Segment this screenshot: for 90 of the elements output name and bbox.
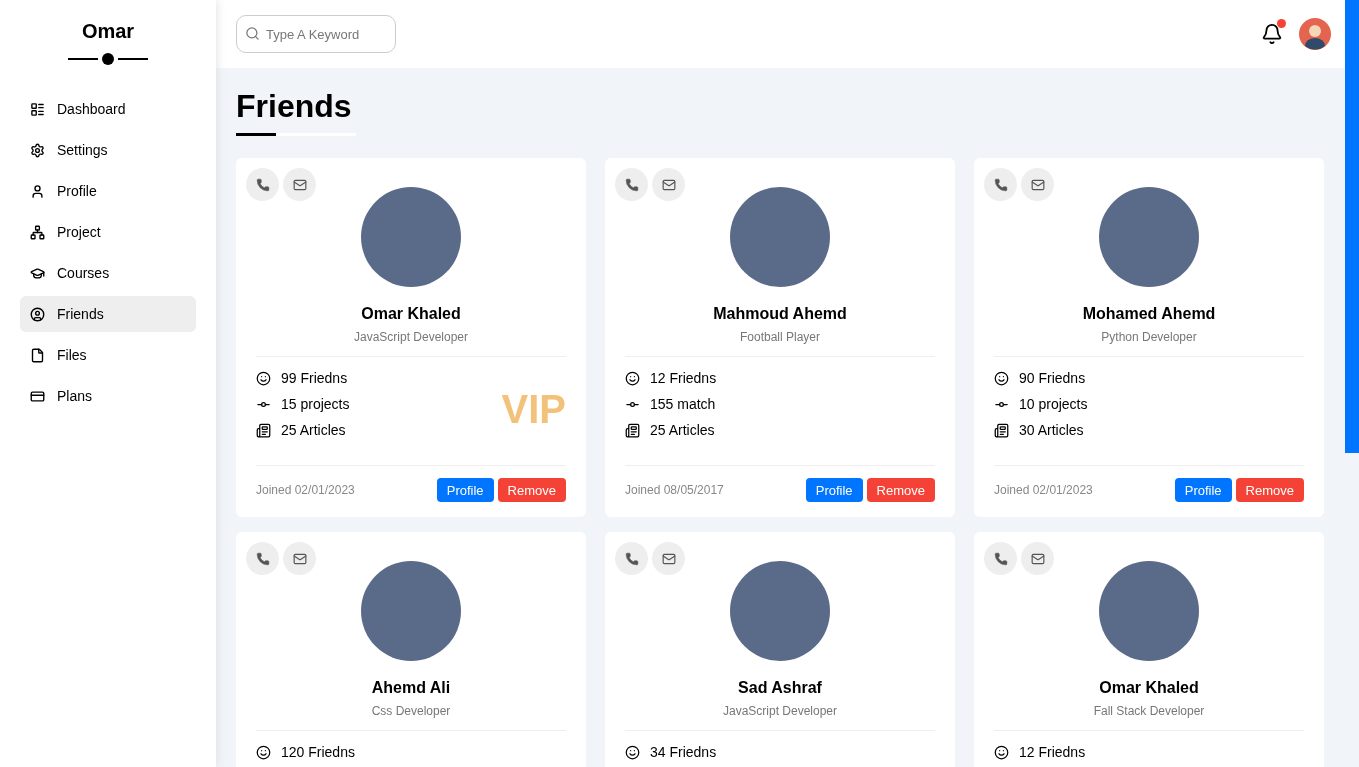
friend-stat: 12 Friedns (650, 370, 717, 386)
phone-button[interactable] (246, 542, 279, 575)
friend-stat: 99 Friedns (281, 370, 348, 386)
smiley-icon (994, 370, 1009, 386)
mail-icon (661, 551, 676, 566)
mail-icon (1030, 177, 1045, 192)
user-avatar[interactable] (1299, 18, 1331, 50)
friend-stat: 30 Articles (1019, 422, 1084, 438)
friend-name: Mahmoud Ahemd (712, 305, 848, 323)
smiley-icon (256, 370, 271, 386)
file-icon (30, 347, 45, 363)
friend-name: Omar Khaled (360, 305, 462, 323)
remove-button[interactable]: Remove (497, 478, 566, 502)
friend-name: Omar Khaled (1098, 679, 1200, 697)
user-icon (30, 183, 45, 199)
mail-button[interactable] (652, 168, 685, 201)
smiley-icon (256, 744, 271, 760)
mail-icon (292, 177, 307, 192)
friend-role: Fall Stack Developer (1092, 704, 1206, 718)
friend-name: Ahemd Ali (370, 679, 452, 697)
friend-name: Sad Ashraf (737, 679, 823, 697)
phone-icon (255, 551, 270, 566)
profile-button[interactable]: Profile (1174, 478, 1232, 502)
phone-icon (993, 177, 1008, 192)
friend-stat: 15 projects (281, 396, 350, 412)
phone-button[interactable] (615, 542, 648, 575)
friend-role: Css Developer (370, 704, 452, 718)
friend-name: Mohamed Ahemd (1081, 305, 1217, 323)
remove-button[interactable]: Remove (1235, 478, 1304, 502)
joined-date: Joined 02/01/2023 (994, 483, 1093, 497)
friend-role: JavaScript Developer (352, 330, 470, 344)
sidebar-item[interactable]: Plans (20, 378, 196, 414)
newspaper-icon (256, 422, 271, 438)
friend-role: Football Player (738, 330, 821, 344)
friend-stat: 34 Friedns (650, 744, 717, 760)
mail-icon (661, 177, 676, 192)
friend-role: JavaScript Developer (721, 704, 839, 718)
vip-label: VIP (501, 387, 566, 432)
phone-button[interactable] (615, 168, 648, 201)
smiley-icon (625, 744, 640, 760)
mail-button[interactable] (1021, 542, 1054, 575)
sidebar-item[interactable]: Files (20, 337, 196, 373)
phone-button[interactable] (984, 168, 1017, 201)
sidebar-item[interactable]: Profile (20, 173, 196, 209)
friend-stat: 120 Friedns (281, 744, 355, 760)
sidebar-item[interactable]: Friends (20, 296, 196, 332)
friend-stat: 90 Friedns (1019, 370, 1086, 386)
friend-role: Python Developer (1100, 330, 1198, 344)
page-title: Friends (236, 88, 353, 125)
sidebar-item[interactable]: Settings (20, 132, 196, 168)
graduation-cap-icon (30, 265, 45, 281)
settings-icon (30, 142, 45, 158)
friend-stat: 25 Articles (281, 422, 346, 438)
friend-stat: 12 Friedns (1019, 744, 1086, 760)
friend-stat: 25 Articles (650, 422, 715, 438)
list-icon (30, 101, 45, 117)
notification-icon[interactable] (1261, 23, 1283, 45)
sidebar-title: Omar (80, 20, 136, 43)
friend-stat: 155 match (650, 396, 716, 412)
phone-icon (624, 551, 639, 566)
mail-icon (292, 551, 307, 566)
credit-card-icon (30, 388, 45, 404)
search-icon (245, 26, 260, 41)
remove-button[interactable]: Remove (866, 478, 935, 502)
newspaper-icon (994, 422, 1009, 438)
phone-icon (255, 177, 270, 192)
phone-button[interactable] (984, 542, 1017, 575)
joined-date: Joined 08/05/2017 (625, 483, 724, 497)
friend-stat: 10 projects (1019, 396, 1088, 412)
search-field[interactable]: Type A Keyword (236, 15, 396, 53)
mail-icon (1030, 551, 1045, 566)
phone-button[interactable] (246, 168, 279, 201)
mail-button[interactable] (283, 542, 316, 575)
mail-button[interactable] (652, 542, 685, 575)
profile-button[interactable]: Profile (805, 478, 863, 502)
mail-button[interactable] (1021, 168, 1054, 201)
newspaper-icon (625, 422, 640, 438)
phone-icon (624, 177, 639, 192)
profile-button[interactable]: Profile (436, 478, 494, 502)
sidebar-item[interactable]: Project (20, 214, 196, 250)
user-circle-icon (30, 306, 45, 322)
scrollbar-thumb[interactable] (1345, 0, 1359, 453)
smiley-icon (625, 370, 640, 386)
network-icon (30, 224, 45, 240)
mail-button[interactable] (283, 168, 316, 201)
smiley-icon (994, 744, 1009, 760)
sidebar-item[interactable]: Courses (20, 255, 196, 291)
phone-icon (993, 551, 1008, 566)
sidebar-item[interactable]: Dashboard (20, 91, 196, 127)
joined-date: Joined 02/01/2023 (256, 483, 355, 497)
